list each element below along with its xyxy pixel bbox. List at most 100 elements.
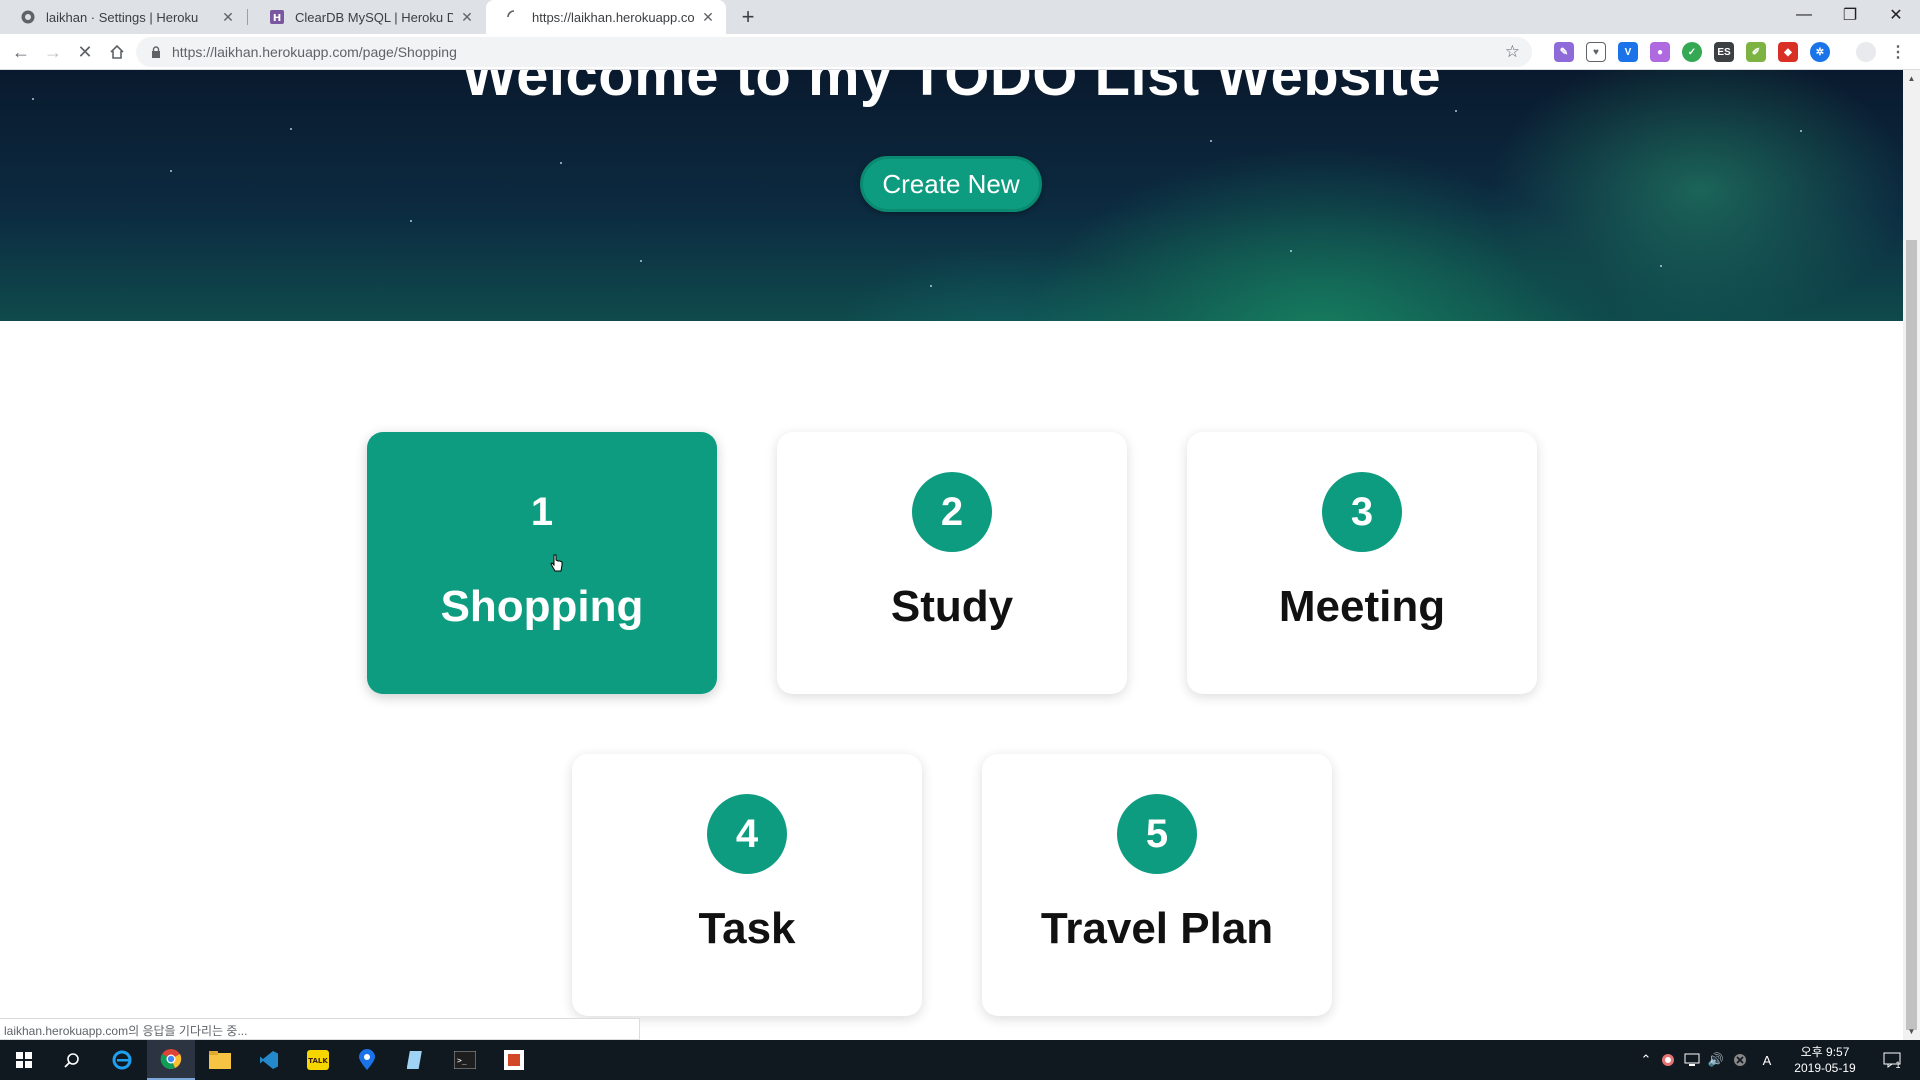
svg-text:H: H <box>273 13 281 24</box>
close-icon[interactable]: ✕ <box>459 9 475 25</box>
status-bar: laikhan.herokuapp.com의 응답을 기다리는 중... <box>0 1018 640 1040</box>
list-name: Meeting <box>1278 582 1446 631</box>
star-dot <box>1800 130 1802 132</box>
list-name: Shopping <box>440 582 644 631</box>
network-icon[interactable] <box>1680 1040 1704 1080</box>
page-viewport: Welcome to my TODO List Website Create N… <box>0 70 1903 1040</box>
star-dot <box>410 220 412 222</box>
powerpoint-icon[interactable] <box>490 1040 538 1080</box>
extension-shield-icon[interactable]: ✓ <box>1682 42 1702 62</box>
tab-heroku-settings[interactable]: laikhan · Settings | Heroku ✕ <box>0 0 246 34</box>
menu-kebab-icon[interactable]: ⋮ <box>1888 42 1908 62</box>
extension-pocket-icon[interactable]: ♥ <box>1586 42 1606 62</box>
browser-toolbar: ← → ✕ https://laikhan.herokuapp.com/page… <box>0 34 1920 70</box>
lock-icon <box>150 46 162 58</box>
hero-banner: Welcome to my TODO List Website Create N… <box>0 70 1903 321</box>
new-tab-button[interactable]: + <box>736 4 760 29</box>
tab-cleardb[interactable]: H ClearDB MySQL | Heroku Dev C ✕ <box>249 0 485 34</box>
taskbar-clock[interactable]: 오후 9:57 2019-05-19 <box>1786 1044 1864 1076</box>
tab-strip: laikhan · Settings | Heroku ✕ H ClearDB … <box>0 0 1920 34</box>
list-card-task[interactable]: 4 Task <box>572 754 922 1016</box>
forward-arrow-icon[interactable]: → <box>40 39 66 65</box>
page-title: Welcome to my TODO List Website <box>461 70 1442 108</box>
clock-date: 2019-05-19 <box>1794 1061 1856 1075</box>
restore-icon[interactable]: ❐ <box>1827 0 1873 30</box>
page-scrollbar[interactable]: ▲ ▼ <box>1903 70 1920 1040</box>
url-text: https://laikhan.herokuapp.com/page/Shopp… <box>172 44 457 60</box>
tab-title: https://laikhan.herokuapp.com/p <box>532 9 694 25</box>
list-card-shopping[interactable]: 1 Shopping <box>367 432 717 694</box>
notepad-icon[interactable] <box>392 1040 440 1080</box>
star-dot <box>1290 250 1292 252</box>
tray-chevron-up-icon[interactable]: ⌃ <box>1636 1040 1656 1080</box>
list-card-meeting[interactable]: 3 Meeting <box>1187 432 1537 694</box>
list-name: Travel Plan <box>1040 904 1274 953</box>
extension-ublock-icon[interactable]: ◆ <box>1778 42 1798 62</box>
heroku-favicon-icon <box>20 9 36 25</box>
tab-separator <box>247 9 248 25</box>
star-dot <box>290 128 292 130</box>
list-name: Study <box>890 582 1014 631</box>
svg-text:TALK: TALK <box>308 1057 328 1065</box>
extension-chat-icon[interactable]: ● <box>1650 42 1670 62</box>
star-dot <box>560 162 562 164</box>
create-new-button[interactable]: Create New <box>860 156 1042 212</box>
list-number-badge: 2 <box>912 472 992 552</box>
kakaotalk-icon[interactable]: TALK <box>294 1040 342 1080</box>
loading-spinner-icon <box>506 9 522 25</box>
terminal-icon[interactable]: >_ <box>441 1040 489 1080</box>
list-number-badge: 5 <box>1117 794 1197 874</box>
address-bar[interactable]: https://laikhan.herokuapp.com/page/Shopp… <box>136 37 1532 67</box>
heroku-h-favicon-icon: H <box>269 9 285 25</box>
list-number-badge: 4 <box>707 794 787 874</box>
search-icon[interactable] <box>48 1040 96 1080</box>
extension-v-icon[interactable]: V <box>1618 42 1638 62</box>
list-card-study[interactable]: 2 Study <box>777 432 1127 694</box>
volume-icon[interactable]: 🔊 <box>1704 1040 1728 1080</box>
scroll-up-arrow-icon[interactable]: ▲ <box>1903 70 1920 87</box>
extension-eyedropper-icon[interactable]: ✐ <box>1746 42 1766 62</box>
tab-laikhan-active[interactable]: https://laikhan.herokuapp.com/p ✕ <box>486 0 726 34</box>
tab-title: laikhan · Settings | Heroku <box>46 9 199 25</box>
internet-explorer-icon[interactable] <box>98 1040 146 1080</box>
chrome-icon[interactable] <box>147 1040 195 1080</box>
list-card-travel-plan[interactable]: 5 Travel Plan <box>982 754 1332 1016</box>
profile-avatar-icon[interactable] <box>1856 42 1876 62</box>
list-number-badge: 3 <box>1322 472 1402 552</box>
star-dot <box>1660 265 1662 267</box>
extension-pen-icon[interactable]: ✎ <box>1554 42 1574 62</box>
ime-indicator[interactable]: A <box>1754 1040 1780 1080</box>
windows-taskbar: TALK >_ ⌃ 🔊 A 오후 9:57 2019-05-19 1 <box>0 1040 1920 1080</box>
tray-muted-icon[interactable] <box>1728 1040 1752 1080</box>
close-icon[interactable]: ✕ <box>220 9 236 25</box>
scroll-thumb[interactable] <box>1906 240 1917 1030</box>
notification-count-badge: 1 <box>1895 1060 1901 1070</box>
windows-start-icon[interactable] <box>0 1040 48 1080</box>
star-dot <box>640 260 642 262</box>
action-center-icon[interactable]: 1 <box>1872 1040 1912 1080</box>
list-name: Task <box>698 904 796 953</box>
bookmark-star-icon[interactable]: ☆ <box>1505 42 1520 62</box>
tab-title: ClearDB MySQL | Heroku Dev C <box>295 9 453 25</box>
vscode-icon[interactable] <box>245 1040 293 1080</box>
extension-es-icon[interactable]: ES <box>1714 42 1734 62</box>
file-explorer-icon[interactable] <box>196 1040 244 1080</box>
star-dot <box>1455 110 1457 112</box>
back-arrow-icon[interactable]: ← <box>8 39 34 65</box>
stop-loading-icon[interactable]: ✕ <box>72 39 98 65</box>
star-dot <box>1210 140 1212 142</box>
svg-text:>_: >_ <box>457 1056 467 1065</box>
tray-record-icon[interactable] <box>1656 1040 1680 1080</box>
extension-globe-icon[interactable]: ✲ <box>1810 42 1830 62</box>
clock-time: 오후 9:57 <box>1800 1045 1850 1059</box>
home-icon[interactable] <box>104 39 130 65</box>
scroll-down-arrow-icon[interactable]: ▼ <box>1903 1023 1920 1040</box>
window-close-icon[interactable]: ✕ <box>1873 0 1919 30</box>
hand-cursor-icon <box>550 554 563 572</box>
star-dot <box>930 285 932 287</box>
close-icon[interactable]: ✕ <box>700 9 716 25</box>
star-dot <box>170 170 172 172</box>
minimize-icon[interactable]: — <box>1781 0 1827 30</box>
maps-pin-icon[interactable] <box>343 1040 391 1080</box>
list-number-badge: 1 <box>530 489 554 534</box>
